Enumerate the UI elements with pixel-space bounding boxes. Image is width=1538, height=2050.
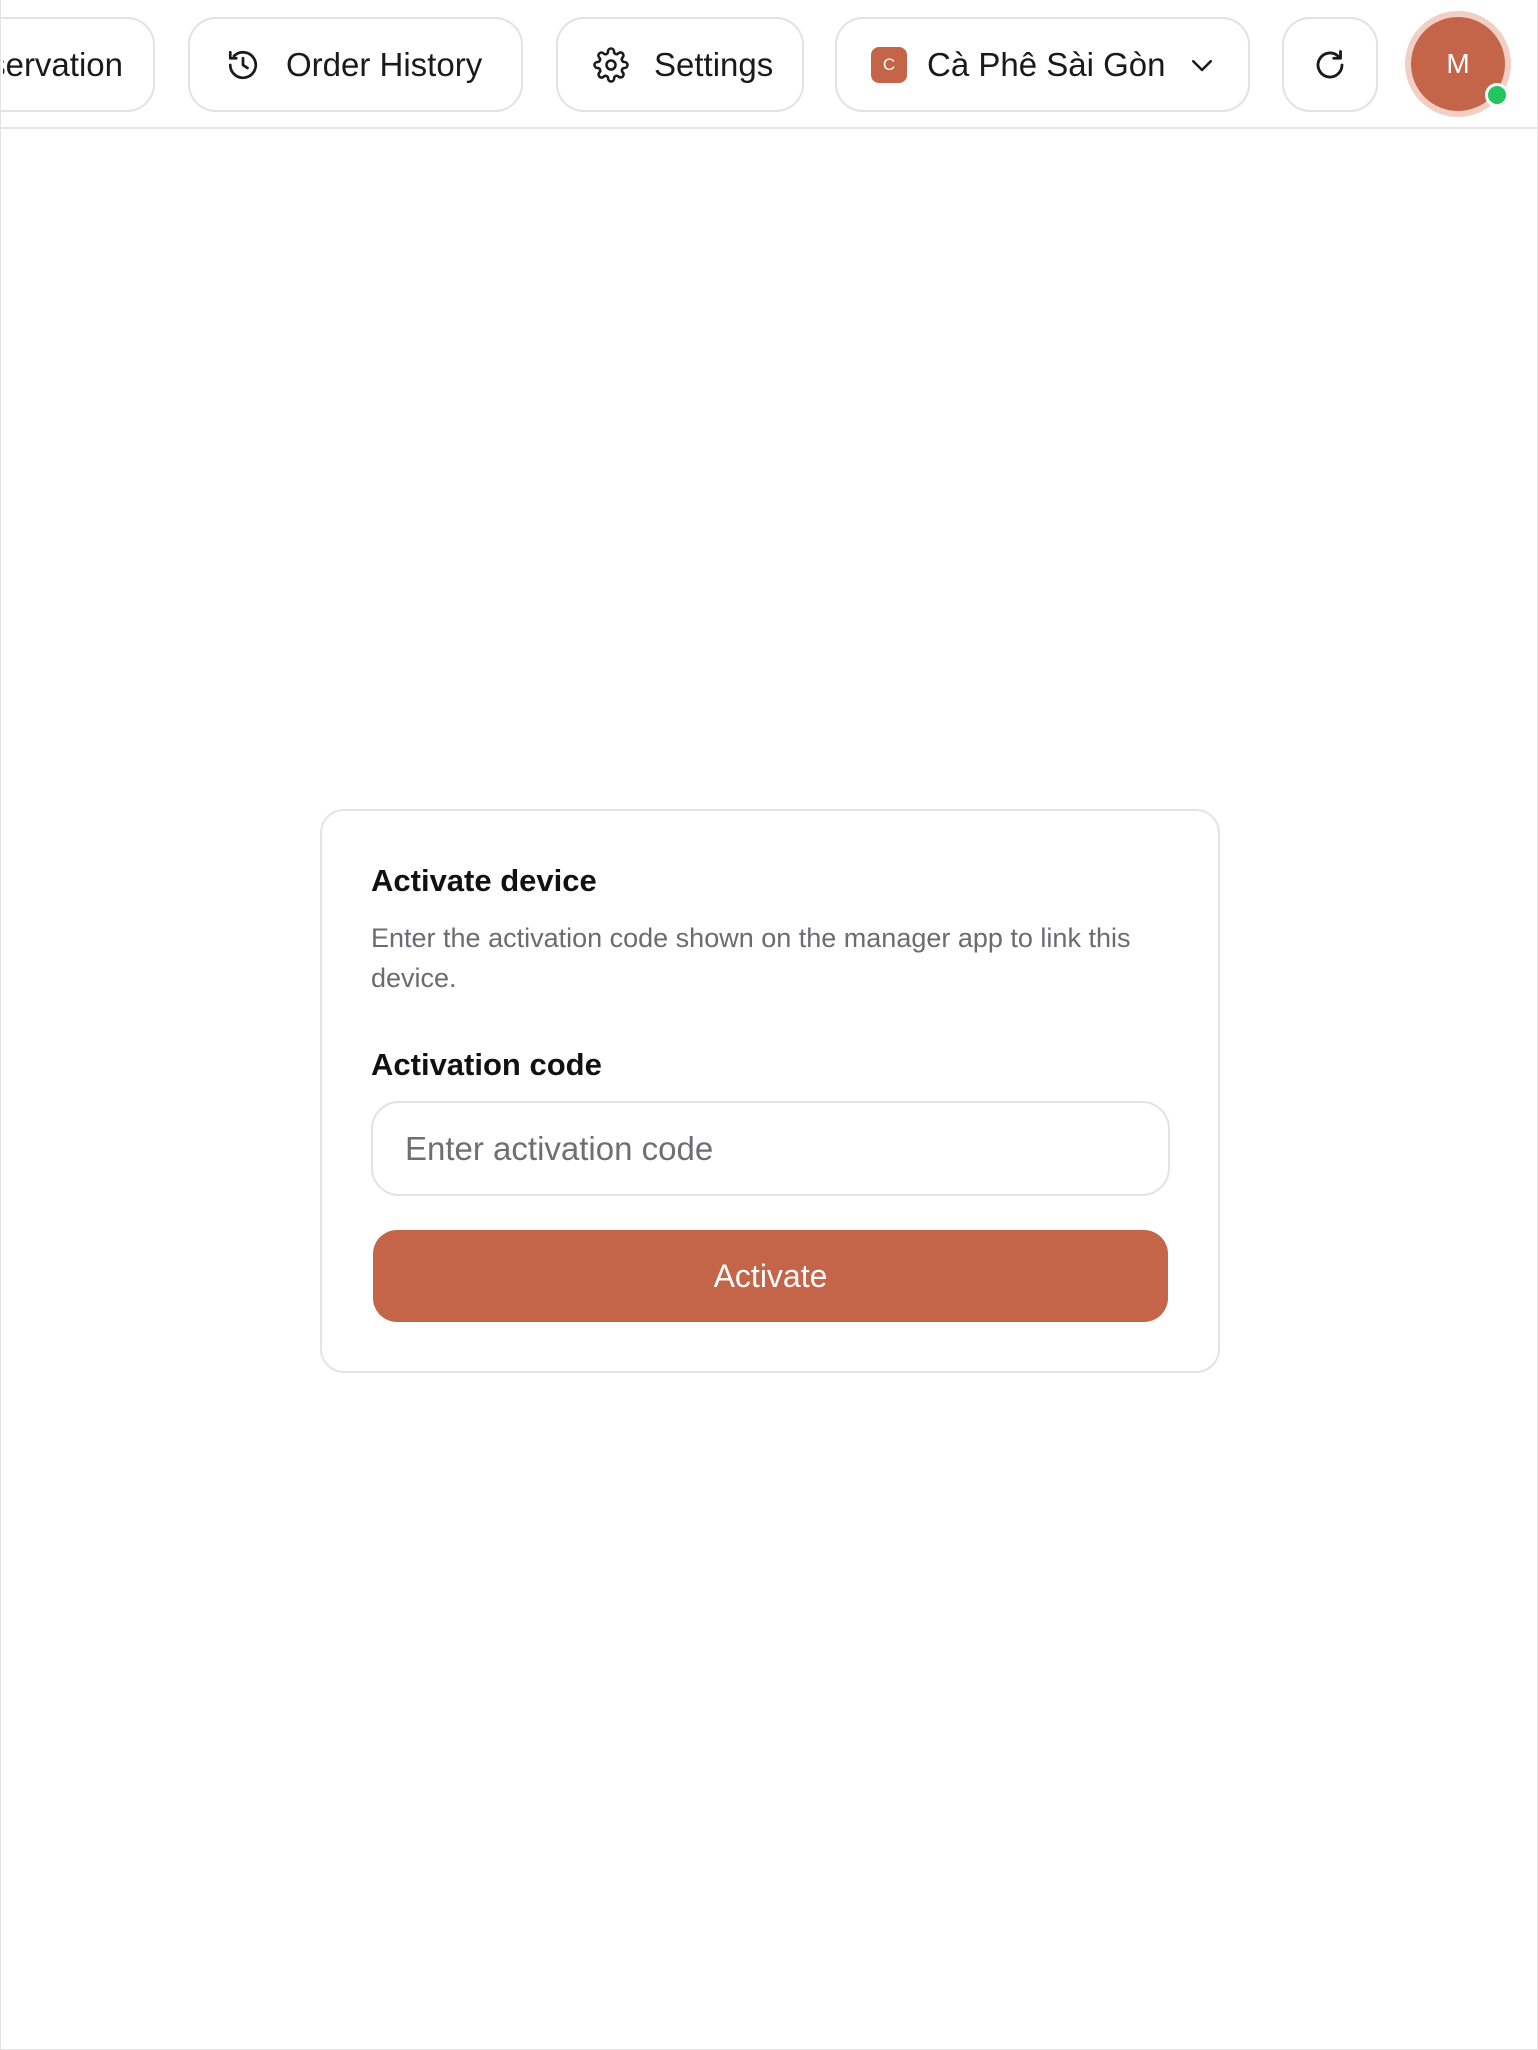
settings-button[interactable]: Settings [556,17,804,112]
order-history-label: Order History [286,45,483,83]
gear-icon [592,46,630,84]
activate-button[interactable]: Activate [373,1230,1168,1322]
refresh-button[interactable] [1282,17,1378,112]
store-name: Cà Phê Sài Gòn [927,45,1166,83]
user-avatar-button[interactable]: M [1405,11,1511,117]
top-navigation-bar: Reservation Order History Settings [1,0,1537,129]
history-clock-icon [224,46,262,84]
reservation-button[interactable]: Reservation [1,17,155,112]
app-window: Reservation Order History Settings [0,0,1538,2050]
settings-label: Settings [654,45,774,83]
card-title: Activate device [371,863,597,898]
activate-device-card: Activate device Enter the activation cod… [320,809,1220,1373]
chevron-down-icon [1187,50,1217,80]
order-history-button[interactable]: Order History [188,17,523,112]
activation-code-input[interactable] [371,1101,1170,1196]
activation-code-label: Activation code [371,1047,602,1082]
refresh-icon [1312,47,1348,83]
online-status-dot [1485,83,1509,107]
store-badge: C [871,46,907,83]
card-description: Enter the activation code shown on the m… [371,923,1131,993]
reservation-button-label: Reservation [3,45,123,83]
store-selector[interactable]: C Cà Phê Sài Gòn [835,17,1250,112]
